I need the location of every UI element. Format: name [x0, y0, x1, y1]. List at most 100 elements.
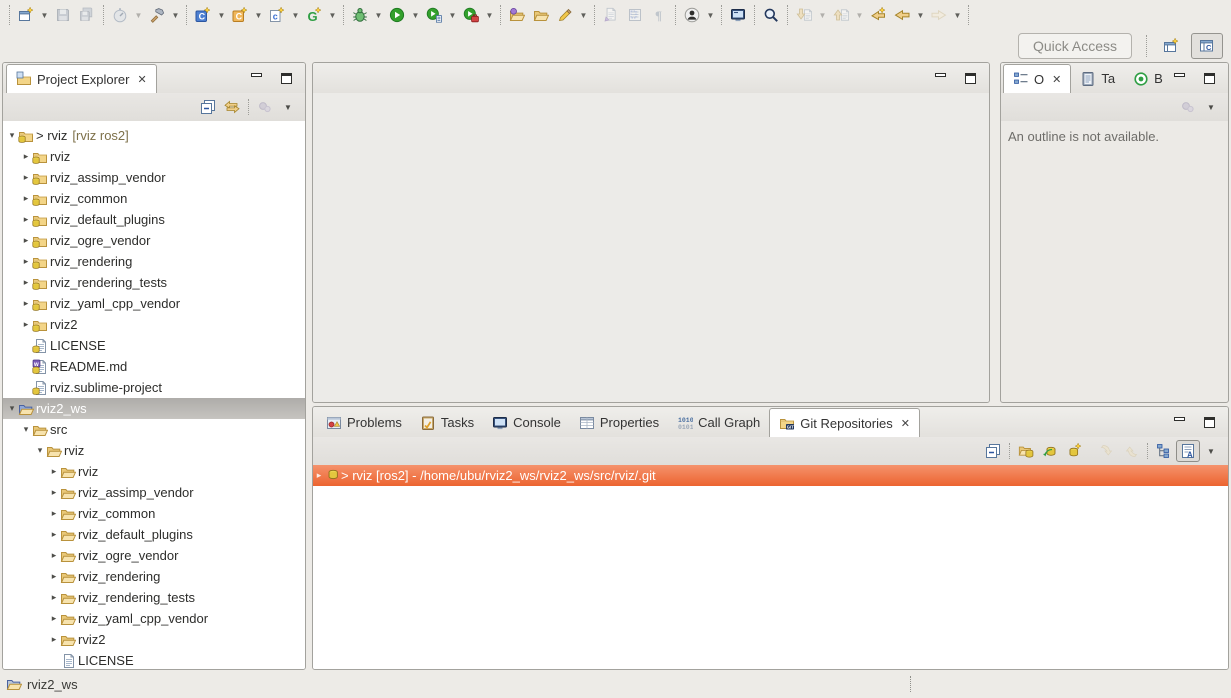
new-cpp-class-button[interactable]: C	[191, 3, 215, 27]
open-terminal-button[interactable]	[726, 3, 750, 27]
view-menu-button[interactable]: ▼	[277, 103, 299, 112]
git-repository-row[interactable]: ▸ > rviz [ros2] - /home/ubu/rviz2_ws/rvi…	[313, 465, 1228, 486]
tab-properties[interactable]: Properties	[570, 408, 668, 437]
tree-item[interactable]: ▸rviz_common	[3, 503, 305, 524]
tree-item[interactable]: ▸rviz_yaml_cpp_vendor	[3, 293, 305, 314]
expand-arrow[interactable]: ▸	[48, 550, 60, 561]
quick-access-button[interactable]: Quick Access	[1018, 33, 1132, 59]
new-cpp-class-dropdown[interactable]: ▼	[215, 3, 228, 27]
new-g-item-dropdown[interactable]: ▼	[326, 3, 339, 27]
tab-task-list[interactable]: Ta	[1071, 64, 1124, 93]
minimize-button[interactable]	[1166, 412, 1192, 432]
tree-item[interactable]: ▸rviz_common	[3, 188, 305, 209]
tree-item[interactable]: rviz.sublime-project	[3, 377, 305, 398]
push-button[interactable]	[1119, 440, 1143, 462]
next-annotation-dropdown[interactable]: ▼	[816, 3, 829, 27]
tab-git-repositories[interactable]: GITGit Repositories✕	[769, 408, 920, 437]
profile-as-dropdown[interactable]: ▼	[446, 3, 459, 27]
tab-call-graph[interactable]: 10100101Call Graph	[668, 408, 769, 437]
expand-arrow[interactable]: ▸	[48, 466, 60, 477]
close-icon[interactable]: ✕	[137, 73, 146, 86]
tree-item[interactable]: ▾src	[3, 419, 305, 440]
tree-item[interactable]: ▸rviz2	[3, 629, 305, 650]
tree-item[interactable]: ▸rviz_ogre_vendor	[3, 545, 305, 566]
save-all-button[interactable]	[75, 3, 99, 27]
link-with-editor-button[interactable]	[220, 96, 244, 118]
expand-arrow[interactable]: ▸	[20, 214, 32, 225]
expand-arrow[interactable]: ▸	[20, 319, 32, 330]
tree-item[interactable]: wREADME.md	[3, 356, 305, 377]
new-wizard-dropdown[interactable]: ▼	[38, 3, 51, 27]
expand-arrow[interactable]: ▾	[6, 130, 18, 141]
expand-arrow[interactable]: ▸	[20, 172, 32, 183]
maximize-button[interactable]	[1196, 68, 1222, 88]
external-tools-dropdown[interactable]: ▼	[483, 3, 496, 27]
expand-arrow[interactable]: ▸	[20, 277, 32, 288]
expand-arrow[interactable]: ▸	[20, 235, 32, 246]
tab-outline[interactable]: O ✕	[1003, 64, 1071, 93]
show-whitespace-button[interactable]: ¶	[647, 3, 671, 27]
debug-dropdown[interactable]: ▼	[372, 3, 385, 27]
minimize-button[interactable]	[243, 68, 269, 88]
tree-item[interactable]: LICENSE	[3, 335, 305, 356]
open-folder-button[interactable]	[529, 3, 553, 27]
expand-arrow[interactable]: ▾	[34, 445, 46, 456]
search-button[interactable]	[759, 3, 783, 27]
tree-item[interactable]: ▸rviz_assimp_vendor	[3, 167, 305, 188]
highlighter-dropdown[interactable]: ▼	[577, 3, 590, 27]
go-to-last-edit-button[interactable]	[866, 3, 890, 27]
profile-dropdown[interactable]: ▼	[132, 3, 145, 27]
tab-console[interactable]: Console	[483, 408, 570, 437]
focus-on-task-button[interactable]	[253, 96, 277, 118]
expand-arrow[interactable]: ▾	[6, 403, 18, 414]
build-all-button[interactable]	[145, 3, 169, 27]
expand-arrow[interactable]: ▸	[48, 487, 60, 498]
tree-item[interactable]: ▸rviz_default_plugins	[3, 524, 305, 545]
tab-tasks[interactable]: Tasks	[411, 408, 483, 437]
forward-dropdown[interactable]: ▼	[951, 3, 964, 27]
expand-arrow[interactable]: ▸	[48, 613, 60, 624]
previous-annotation-button[interactable]	[829, 3, 853, 27]
tree-item[interactable]: ▸rviz_ogre_vendor	[3, 230, 305, 251]
profile-button[interactable]	[108, 3, 132, 27]
create-repository-button[interactable]	[1062, 440, 1086, 462]
collapse-all-button[interactable]	[196, 96, 220, 118]
tree-item-selected[interactable]: ▾rviz2_ws	[3, 398, 305, 419]
cpp-perspective-button[interactable]: C	[1191, 33, 1223, 59]
external-tools-button[interactable]	[459, 3, 483, 27]
new-g-item-button[interactable]: G	[302, 3, 326, 27]
tree-item[interactable]: ▸rviz_assimp_vendor	[3, 482, 305, 503]
view-menu-button[interactable]: ▼	[1200, 447, 1222, 456]
statusbar-drag-handle[interactable]	[910, 676, 911, 692]
new-c-source-file-dropdown[interactable]: ▼	[289, 3, 302, 27]
tab-build-targets[interactable]: B	[1124, 64, 1172, 93]
tree-item[interactable]: ▸rviz	[3, 146, 305, 167]
pull-button[interactable]	[1095, 440, 1119, 462]
new-wizard-button[interactable]	[14, 3, 38, 27]
debug-button[interactable]	[348, 3, 372, 27]
minimize-button[interactable]	[1166, 68, 1192, 88]
hierarchical-layout-button[interactable]	[1152, 440, 1176, 462]
run-button[interactable]	[385, 3, 409, 27]
add-repository-button[interactable]	[1014, 440, 1038, 462]
tree-item[interactable]: ▸rviz_rendering	[3, 566, 305, 587]
tree-item[interactable]: LICENSE	[3, 650, 305, 670]
tab-problems[interactable]: Problems	[317, 408, 411, 437]
expand-arrow[interactable]: ▸	[48, 634, 60, 645]
profile-as-button[interactable]	[422, 3, 446, 27]
close-icon[interactable]: ✕	[901, 417, 910, 430]
new-cpp-project-dropdown[interactable]: ▼	[252, 3, 265, 27]
expand-arrow[interactable]: ▸	[20, 298, 32, 309]
expand-arrow[interactable]: ▸	[20, 193, 32, 204]
tab-project-explorer[interactable]: Project Explorer ✕	[6, 64, 157, 93]
user-profile-dropdown[interactable]: ▼	[704, 3, 717, 27]
maximize-button[interactable]	[273, 68, 299, 88]
user-profile-button[interactable]	[680, 3, 704, 27]
maximize-button[interactable]	[957, 68, 983, 88]
expand-arrow[interactable]: ▾	[20, 424, 32, 435]
last-edit-location-button[interactable]	[599, 3, 623, 27]
expand-arrow[interactable]: ▸	[48, 592, 60, 603]
expand-arrow[interactable]: ▸	[313, 470, 325, 481]
focus-on-task-button[interactable]	[1176, 96, 1200, 118]
tree-item[interactable]: ▸rviz_rendering_tests	[3, 272, 305, 293]
